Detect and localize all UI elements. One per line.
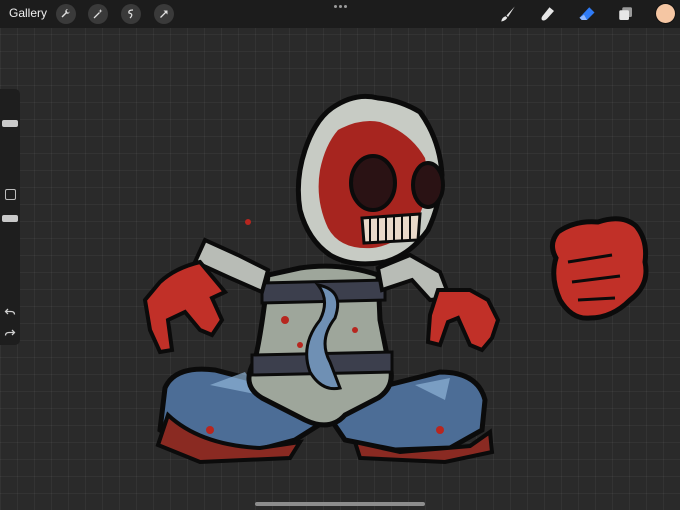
brush-icon[interactable] [497,3,519,25]
brush-size-slider[interactable] [0,93,20,178]
magic-wand-icon[interactable] [88,4,108,24]
undo-icon[interactable] [4,306,16,318]
selection-icon[interactable] [121,4,141,24]
left-sidebar [0,89,20,345]
layers-icon[interactable] [615,3,637,25]
smudge-icon[interactable] [537,3,559,25]
eraser-icon[interactable] [576,3,598,25]
artwork-illustration [142,93,649,465]
more-options-handle[interactable] [330,0,350,12]
color-swatch[interactable] [656,4,675,23]
modify-square-icon[interactable] [5,189,16,200]
redo-icon[interactable] [4,327,16,339]
home-indicator[interactable] [255,502,425,506]
top-toolbar: Gallery [0,0,680,28]
brush-size-knob[interactable] [2,120,18,127]
gallery-button[interactable]: Gallery [9,6,47,20]
opacity-slider[interactable] [0,207,20,292]
opacity-knob[interactable] [2,215,18,222]
transform-arrow-icon[interactable] [154,4,174,24]
wrench-icon[interactable] [56,4,76,24]
